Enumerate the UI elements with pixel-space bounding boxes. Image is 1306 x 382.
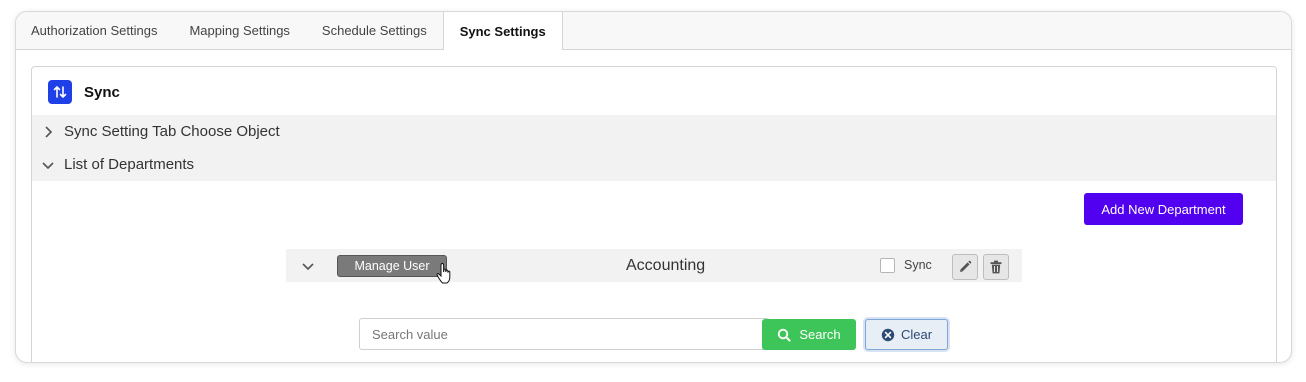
department-name: Accounting	[626, 256, 706, 274]
settings-tabs: Authorization Settings Mapping Settings …	[16, 12, 1291, 50]
chevron-down-icon[interactable]	[300, 258, 316, 274]
tab-sync-settings[interactable]: Sync Settings	[442, 12, 563, 50]
sync-checkbox[interactable]	[880, 258, 895, 273]
department-row: Manage User Accounting Sync	[286, 249, 1022, 284]
add-new-department-button[interactable]: Add New Department	[1084, 193, 1243, 225]
clear-circle-x-icon	[881, 328, 895, 341]
sync-arrows-icon	[48, 80, 72, 104]
delete-button[interactable]	[983, 254, 1009, 280]
accordion-list-of-departments[interactable]: List of Departments	[32, 148, 1276, 181]
card-header: Sync	[48, 80, 120, 104]
tab-authorization-settings[interactable]: Authorization Settings	[16, 12, 173, 49]
search-button[interactable]: Search	[762, 319, 856, 350]
clear-button-label: Clear	[900, 327, 933, 342]
accordion-sync-setting-tab-choose-object[interactable]: Sync Setting Tab Choose Object	[32, 115, 1276, 148]
hand-cursor-icon	[436, 263, 451, 284]
trash-icon	[990, 260, 1002, 274]
chevron-down-icon	[40, 157, 56, 173]
search-input[interactable]	[359, 318, 770, 350]
sync-card: Sync Sync Setting Tab Choose Object List…	[31, 66, 1277, 362]
tab-mapping-settings[interactable]: Mapping Settings	[173, 12, 305, 49]
edit-button[interactable]	[952, 254, 978, 280]
pencil-icon	[960, 260, 972, 272]
chevron-right-icon	[40, 124, 56, 140]
card-title: Sync	[84, 83, 120, 101]
search-button-label: Search	[799, 327, 841, 342]
manage-user-button[interactable]: Manage User	[337, 255, 447, 277]
search-icon	[778, 328, 791, 342]
settings-window: Authorization Settings Mapping Settings …	[15, 11, 1292, 363]
sync-checkbox-label: Sync	[904, 258, 932, 272]
tab-schedule-settings[interactable]: Schedule Settings	[306, 12, 443, 49]
accordion-label: Sync Setting Tab Choose Object	[64, 123, 280, 140]
accordion-label: List of Departments	[64, 156, 195, 173]
clear-button[interactable]: Clear	[865, 319, 948, 350]
